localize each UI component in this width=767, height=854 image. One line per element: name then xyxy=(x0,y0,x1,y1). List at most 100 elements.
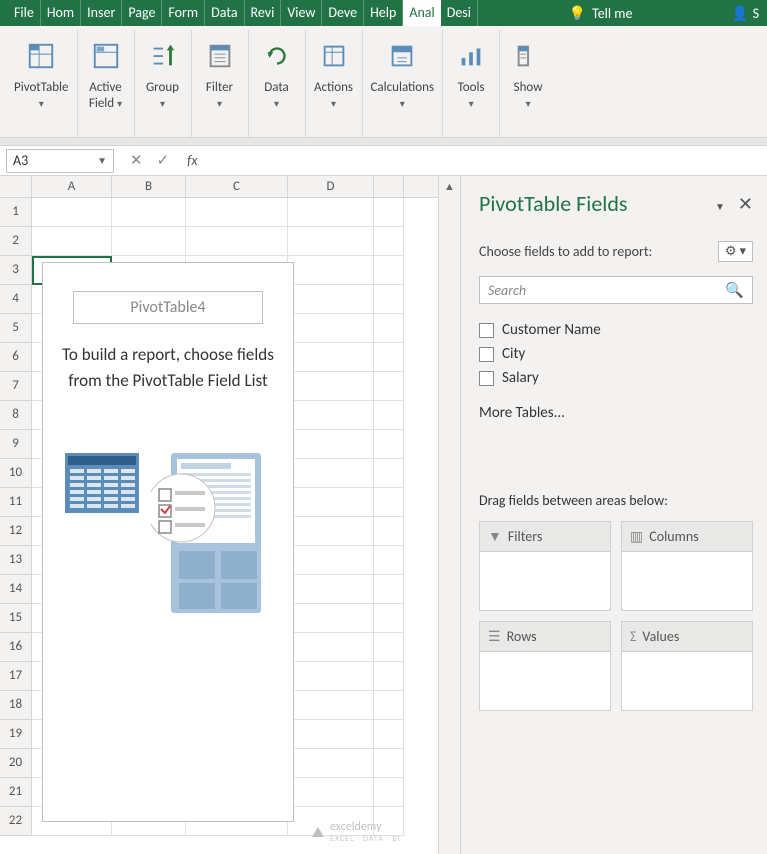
ribbon-calculations[interactable]: Calculations▾ xyxy=(363,30,444,137)
cell[interactable] xyxy=(374,198,404,227)
cell[interactable] xyxy=(374,604,404,633)
tab-insert[interactable]: Inser xyxy=(81,0,122,26)
select-all-corner[interactable] xyxy=(0,176,32,197)
row-header[interactable]: 14 xyxy=(0,575,32,604)
cell[interactable] xyxy=(32,227,112,256)
row-header[interactable]: 20 xyxy=(0,749,32,778)
field-customer-name[interactable]: Customer Name xyxy=(479,318,753,342)
tab-page[interactable]: Page xyxy=(122,0,162,26)
cell[interactable] xyxy=(288,778,374,807)
cell[interactable] xyxy=(374,488,404,517)
tab-design[interactable]: Desi xyxy=(441,0,478,26)
vertical-scrollbar[interactable]: ▲ xyxy=(438,176,460,854)
worksheet[interactable]: A B C D 12345678910111213141516171819202… xyxy=(0,176,438,854)
fields-pane-menu-icon[interactable]: ▼ xyxy=(715,200,725,213)
cell[interactable] xyxy=(374,372,404,401)
cell[interactable] xyxy=(374,517,404,546)
field-city[interactable]: City xyxy=(479,342,753,366)
cell[interactable] xyxy=(374,691,404,720)
chevron-down-icon[interactable]: ▼ xyxy=(97,154,107,167)
tab-developer[interactable]: Deve xyxy=(322,0,364,26)
row-header[interactable]: 10 xyxy=(0,459,32,488)
cell[interactable] xyxy=(288,227,374,256)
cell[interactable] xyxy=(186,198,288,227)
cell[interactable] xyxy=(374,401,404,430)
cell[interactable] xyxy=(374,720,404,749)
cell[interactable] xyxy=(288,314,374,343)
row-header[interactable]: 15 xyxy=(0,604,32,633)
row-header[interactable]: 5 xyxy=(0,314,32,343)
cell[interactable] xyxy=(374,343,404,372)
more-tables-link[interactable]: More Tables... xyxy=(479,404,753,422)
row-header[interactable]: 1 xyxy=(0,198,32,227)
col-header-a[interactable]: A xyxy=(32,176,112,197)
tab-home[interactable]: Hom xyxy=(41,0,81,26)
ribbon-filter[interactable]: Filter▾ xyxy=(192,30,249,137)
cell[interactable] xyxy=(374,459,404,488)
ribbon-group[interactable]: Group▾ xyxy=(135,30,192,137)
close-icon[interactable]: ✕ xyxy=(738,193,753,215)
cell[interactable] xyxy=(374,314,404,343)
row-header[interactable]: 17 xyxy=(0,662,32,691)
col-header-c[interactable]: C xyxy=(186,176,288,197)
name-box[interactable]: A3 ▼ xyxy=(6,149,114,173)
tab-review[interactable]: Revi xyxy=(245,0,282,26)
row-header[interactable]: 22 xyxy=(0,807,32,836)
area-filters[interactable]: ▼Filters xyxy=(479,521,611,611)
cell[interactable] xyxy=(32,198,112,227)
cancel-icon[interactable]: ✕ xyxy=(130,151,143,170)
cell[interactable] xyxy=(288,575,374,604)
row-header[interactable]: 18 xyxy=(0,691,32,720)
formula-input[interactable] xyxy=(214,149,767,173)
cell[interactable] xyxy=(288,401,374,430)
row-header[interactable]: 13 xyxy=(0,546,32,575)
ribbon-data[interactable]: Data▾ xyxy=(249,30,306,137)
cell[interactable] xyxy=(288,488,374,517)
tab-file[interactable]: File xyxy=(8,0,41,26)
cell[interactable] xyxy=(288,691,374,720)
col-header-b[interactable]: B xyxy=(112,176,186,197)
area-values[interactable]: ΣValues xyxy=(621,621,753,711)
checkbox[interactable] xyxy=(479,323,494,338)
cell[interactable] xyxy=(288,430,374,459)
cell[interactable] xyxy=(112,227,186,256)
row-header[interactable]: 2 xyxy=(0,227,32,256)
cell[interactable] xyxy=(288,285,374,314)
cell[interactable] xyxy=(288,343,374,372)
cell[interactable] xyxy=(288,633,374,662)
area-rows[interactable]: ☰Rows xyxy=(479,621,611,711)
tab-data[interactable]: Data xyxy=(205,0,244,26)
row-header[interactable]: 6 xyxy=(0,343,32,372)
row-header[interactable]: 8 xyxy=(0,401,32,430)
row-header[interactable]: 9 xyxy=(0,430,32,459)
ribbon-actions[interactable]: Actions▾ xyxy=(306,30,363,137)
cell[interactable] xyxy=(288,604,374,633)
field-search-input[interactable]: Search 🔍 xyxy=(479,276,753,304)
cell[interactable] xyxy=(112,198,186,227)
cell[interactable] xyxy=(288,517,374,546)
cell[interactable] xyxy=(288,546,374,575)
row-header[interactable]: 12 xyxy=(0,517,32,546)
row-header[interactable]: 16 xyxy=(0,633,32,662)
cell[interactable] xyxy=(288,372,374,401)
field-salary[interactable]: Salary xyxy=(479,366,753,390)
pivottable-placeholder[interactable]: PivotTable4 To build a report, choose fi… xyxy=(42,262,294,822)
ribbon-pivottable[interactable]: PivotTable▾ xyxy=(6,30,78,137)
cell[interactable] xyxy=(374,633,404,662)
col-header-partial[interactable] xyxy=(374,176,404,197)
tell-me[interactable]: 💡 Tell me xyxy=(559,0,643,26)
row-header[interactable]: 3 xyxy=(0,256,32,285)
tab-formulas[interactable]: Form xyxy=(162,0,205,26)
cell[interactable] xyxy=(374,778,404,807)
cell[interactable] xyxy=(288,256,374,285)
cell[interactable] xyxy=(374,546,404,575)
cell[interactable] xyxy=(288,720,374,749)
checkbox[interactable] xyxy=(479,371,494,386)
cell[interactable] xyxy=(374,575,404,604)
cell[interactable] xyxy=(374,285,404,314)
cell[interactable] xyxy=(288,662,374,691)
fx-icon[interactable]: fx xyxy=(183,152,197,169)
row-header[interactable]: 19 xyxy=(0,720,32,749)
scroll-up-icon[interactable]: ▲ xyxy=(439,176,460,198)
gear-button[interactable]: ⚙ ▾ xyxy=(718,241,753,262)
